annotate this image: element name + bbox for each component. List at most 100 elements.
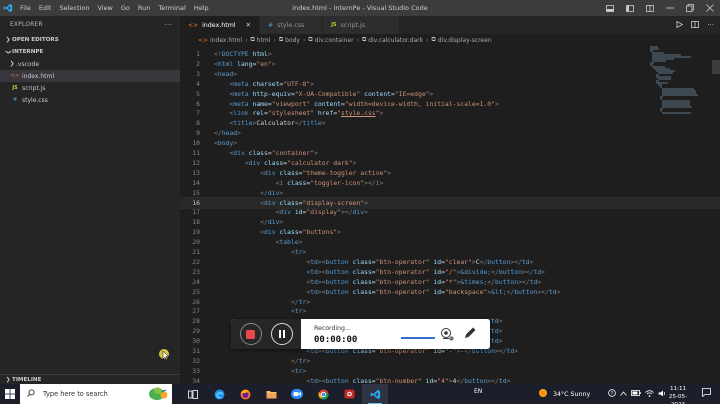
open-editors-section[interactable]: ❯ OPEN EDITORS bbox=[0, 34, 180, 46]
code-line[interactable]: 18 </div > bbox=[180, 217, 720, 227]
line-number: 20 bbox=[192, 238, 200, 247]
line-number: 16 bbox=[192, 198, 200, 207]
code-line[interactable]: 34 < td >< button class = "btn-number" id = "4"… bbox=[180, 376, 720, 384]
menu-terminal[interactable]: Terminal bbox=[154, 0, 189, 16]
pen-icon[interactable] bbox=[463, 326, 477, 342]
code-line[interactable]: 6 < meta name = "viewport" content = "width=d… bbox=[180, 99, 720, 109]
wifi-icon[interactable] bbox=[645, 389, 654, 399]
explorer-more-icon[interactable]: ··· bbox=[164, 21, 172, 29]
code-line[interactable]: 2 < html lang = "en" > bbox=[180, 59, 720, 69]
split-editor-icon[interactable] bbox=[691, 20, 700, 30]
input-language[interactable]: EN bbox=[474, 388, 482, 395]
menu-go[interactable]: Go bbox=[117, 0, 134, 16]
screen-recorder-icon[interactable] bbox=[336, 384, 362, 404]
code-line[interactable]: 13 < div class = "theme-toggler active" > bbox=[180, 168, 720, 178]
code-line[interactable]: 1 <! DOCTYPE html > bbox=[180, 49, 720, 59]
timeline-section[interactable]: ❯ TIMELINE bbox=[0, 374, 180, 384]
layout-sidebar-icon[interactable] bbox=[620, 0, 640, 16]
stop-recording-button[interactable] bbox=[239, 323, 262, 345]
taskbar-search-box[interactable]: Type here to search bbox=[20, 384, 172, 404]
code-line[interactable]: 16 < div class = "display-screen" > bbox=[180, 196, 720, 209]
menu-view[interactable]: View bbox=[93, 0, 116, 16]
file-row-style-css[interactable]: # style.css bbox=[0, 94, 180, 106]
breadcrumb-item[interactable]: html bbox=[257, 37, 271, 44]
code-line[interactable]: 17 < div id = "display" ></div > bbox=[180, 207, 720, 217]
code-token: content bbox=[360, 89, 392, 98]
timeline-label: TIMELINE bbox=[12, 376, 42, 383]
menu-run[interactable]: Run bbox=[134, 0, 154, 16]
code-line[interactable]: 8 < title > Calculator </title > bbox=[180, 118, 720, 128]
code-line[interactable]: 27 < tr > bbox=[180, 306, 720, 316]
breadcrumb-item[interactable]: body bbox=[285, 37, 300, 44]
windows-start-icon[interactable] bbox=[0, 384, 20, 404]
menu-file[interactable]: File bbox=[16, 0, 35, 16]
firefox-icon[interactable] bbox=[232, 384, 258, 404]
recording-time: 00:00:00 bbox=[314, 335, 358, 345]
code-line[interactable]: 9 </head > bbox=[180, 128, 720, 138]
code-line[interactable]: 23 < td >< button class = "btn-operator" id = "… bbox=[180, 267, 720, 277]
editor-scrollbar[interactable] bbox=[712, 46, 720, 384]
minimize-icon[interactable] bbox=[660, 0, 680, 16]
breadcrumb-item[interactable]: div.container bbox=[315, 37, 354, 44]
close-icon[interactable] bbox=[700, 0, 720, 16]
vscode-taskbar-icon[interactable] bbox=[362, 384, 388, 404]
restore-icon[interactable] bbox=[680, 0, 700, 16]
file-explorer-icon[interactable] bbox=[258, 384, 284, 404]
scrollbar-thumb[interactable] bbox=[712, 60, 720, 74]
tab-index-html[interactable]: <> index.html ✕ bbox=[180, 16, 261, 34]
code-line[interactable]: 22 < td >< button class = "btn-operator" id = "… bbox=[180, 257, 720, 267]
more-actions-icon[interactable]: ··· bbox=[707, 21, 714, 29]
zoom-app-icon[interactable] bbox=[284, 384, 310, 404]
menu-help[interactable]: Help bbox=[190, 0, 213, 16]
tab-script-js[interactable]: JS script.js bbox=[323, 16, 401, 34]
minimap[interactable] bbox=[650, 46, 712, 116]
code-line[interactable]: 7 < link rel = "stylesheet" href = " style.css… bbox=[180, 108, 720, 118]
code-line[interactable]: 21 < tr > bbox=[180, 247, 720, 257]
breadcrumb-item[interactable]: div.calculator.dark bbox=[368, 37, 423, 44]
webcam-icon[interactable] bbox=[440, 327, 454, 343]
code-line[interactable]: 15 </div > bbox=[180, 188, 720, 198]
code-line[interactable]: 14 < i class = "toggler-icon" ></i > bbox=[180, 178, 720, 188]
code-token: http-equiv bbox=[248, 89, 291, 98]
code-line[interactable]: 32 </tr > bbox=[180, 356, 720, 366]
code-line[interactable]: 12 < div class = "calculator dark" > bbox=[180, 158, 720, 168]
code-line[interactable]: 5 < meta http-equiv = "X-UA-Compatible" con… bbox=[180, 89, 720, 99]
code-line[interactable]: 3 < head > bbox=[180, 69, 720, 79]
code-line[interactable]: 10 < body > bbox=[180, 138, 720, 148]
taskbar-clock[interactable]: 11:11 25-05-2023 bbox=[662, 385, 694, 404]
editor-tab-bar: <> index.html ✕ # style.css JS script.js… bbox=[180, 16, 720, 34]
code-line[interactable]: 33 < tr > bbox=[180, 366, 720, 376]
layout-panel-icon[interactable] bbox=[600, 0, 620, 16]
title-bar: File Edit Selection View Go Run Terminal… bbox=[0, 0, 720, 16]
chrome-icon[interactable] bbox=[310, 384, 336, 404]
help-icon[interactable]: ? bbox=[608, 389, 616, 399]
code-line[interactable]: 26 </tr > bbox=[180, 297, 720, 307]
menu-edit[interactable]: Edit bbox=[35, 0, 56, 16]
breadcrumb-item[interactable]: div.display-screen bbox=[438, 37, 492, 44]
line-number: 22 bbox=[192, 257, 200, 266]
notification-icon[interactable] bbox=[702, 388, 711, 399]
code-line[interactable]: 25 < td >< button class = "btn-operator" id = "… bbox=[180, 287, 720, 297]
code-token: > bbox=[314, 149, 318, 157]
code-line[interactable]: 4 < meta charset = "UTF-8" > bbox=[180, 79, 720, 89]
project-section[interactable]: ❯ INTERNPE bbox=[0, 46, 180, 58]
layout-split-icon[interactable] bbox=[640, 0, 660, 16]
file-row-script-js[interactable]: JS script.js bbox=[0, 82, 180, 94]
code-line[interactable]: 20 < table > bbox=[180, 237, 720, 247]
pause-recording-button[interactable] bbox=[270, 323, 293, 345]
run-icon[interactable] bbox=[676, 20, 684, 30]
weather-widget[interactable]: 34°C Sunny bbox=[538, 384, 590, 404]
breadcrumb-item[interactable]: index.html bbox=[210, 37, 242, 44]
code-line[interactable]: 19 < div class = "buttons" > bbox=[180, 227, 720, 237]
code-line[interactable]: 24 < td >< button class = "btn-operator" id = "… bbox=[180, 277, 720, 287]
close-tab-icon[interactable]: ✕ bbox=[246, 21, 251, 29]
edge-browser-icon[interactable] bbox=[206, 384, 232, 404]
chevron-up-icon[interactable] bbox=[620, 390, 627, 398]
code-line[interactable]: 11 < div class = "container" > bbox=[180, 148, 720, 158]
battery-icon[interactable] bbox=[631, 390, 641, 398]
menu-selection[interactable]: Selection bbox=[55, 0, 93, 16]
tab-style-css[interactable]: # style.css bbox=[260, 16, 324, 34]
task-view-icon[interactable] bbox=[180, 384, 206, 404]
file-row-index-html[interactable]: <> index.html bbox=[0, 70, 180, 82]
file-row-vscode[interactable]: ❯ .vscode bbox=[0, 58, 180, 70]
